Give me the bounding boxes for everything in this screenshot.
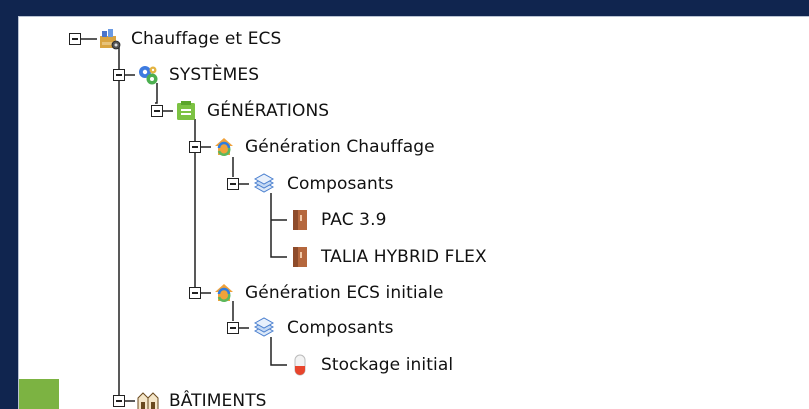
tree-node-stockage[interactable]: Stockage initial xyxy=(289,351,453,379)
tree-node-systemes[interactable]: SYSTÈMES xyxy=(137,61,259,89)
tree-node-label: Composants xyxy=(287,174,394,194)
collapse-toggle-generations[interactable] xyxy=(151,105,163,117)
tree-node-label: BÂTIMENTS xyxy=(169,391,267,409)
cabinet-unit-icon xyxy=(293,247,307,267)
boiler-house-icon xyxy=(100,29,121,50)
tree-node-generations[interactable]: GÉNÉRATIONS xyxy=(175,97,329,125)
tree-node-label: PAC 3.9 xyxy=(321,210,387,230)
collapse-toggle-systemes[interactable] xyxy=(113,69,125,81)
cabinet-unit-icon xyxy=(293,210,307,230)
collapse-toggle-batiments[interactable] xyxy=(113,395,125,407)
buildings-icon xyxy=(137,392,159,409)
tree-node-label: Génération ECS initiale xyxy=(245,283,444,303)
tree-node-pac[interactable]: PAC 3.9 xyxy=(289,206,387,234)
house-recycle-icon xyxy=(215,284,233,302)
tree-node-composants-2[interactable]: Composants xyxy=(251,314,394,342)
tree-node-batiments[interactable]: BÂTIMENTS xyxy=(137,387,267,409)
collapse-toggle-composants-1[interactable] xyxy=(227,178,239,190)
tree-node-gen-ecs[interactable]: Génération ECS initiale xyxy=(213,279,444,307)
tree-node-talia[interactable]: TALIA HYBRID FLEX xyxy=(289,243,487,271)
layers-icon xyxy=(253,173,275,193)
window-frame: Chauffage et ECS SYSTÈMES GÉNÉRATIONS Gé… xyxy=(0,0,809,409)
tree-node-gen-chauffage[interactable]: Génération Chauffage xyxy=(213,133,435,161)
green-status-strip xyxy=(19,379,59,409)
collapse-toggle-gen-ecs[interactable] xyxy=(189,287,201,299)
tree-node-label: Stockage initial xyxy=(321,355,454,375)
collapse-toggle-root[interactable] xyxy=(69,33,81,45)
collapse-toggle-composants-2[interactable] xyxy=(227,322,239,334)
tree-node-label: TALIA HYBRID FLEX xyxy=(321,247,487,267)
tree-node-label: Génération Chauffage xyxy=(245,137,435,157)
tree-node-label: Chauffage et ECS xyxy=(131,29,282,49)
tree-node-root[interactable]: Chauffage et ECS xyxy=(99,25,281,53)
collapse-toggle-gen-chauffage[interactable] xyxy=(189,141,201,153)
layers-icon xyxy=(253,317,275,337)
green-folder-icon xyxy=(177,101,195,120)
house-recycle-icon xyxy=(215,138,233,156)
water-tank-icon xyxy=(294,354,306,376)
tree-panel: Chauffage et ECS SYSTÈMES GÉNÉRATIONS Gé… xyxy=(18,16,809,409)
tree-node-label: GÉNÉRATIONS xyxy=(207,101,330,121)
tree-node-label: SYSTÈMES xyxy=(169,65,260,85)
tree-node-label: Composants xyxy=(287,318,394,338)
gears-icon xyxy=(139,66,158,85)
tree-node-composants-1[interactable]: Composants xyxy=(251,170,394,198)
